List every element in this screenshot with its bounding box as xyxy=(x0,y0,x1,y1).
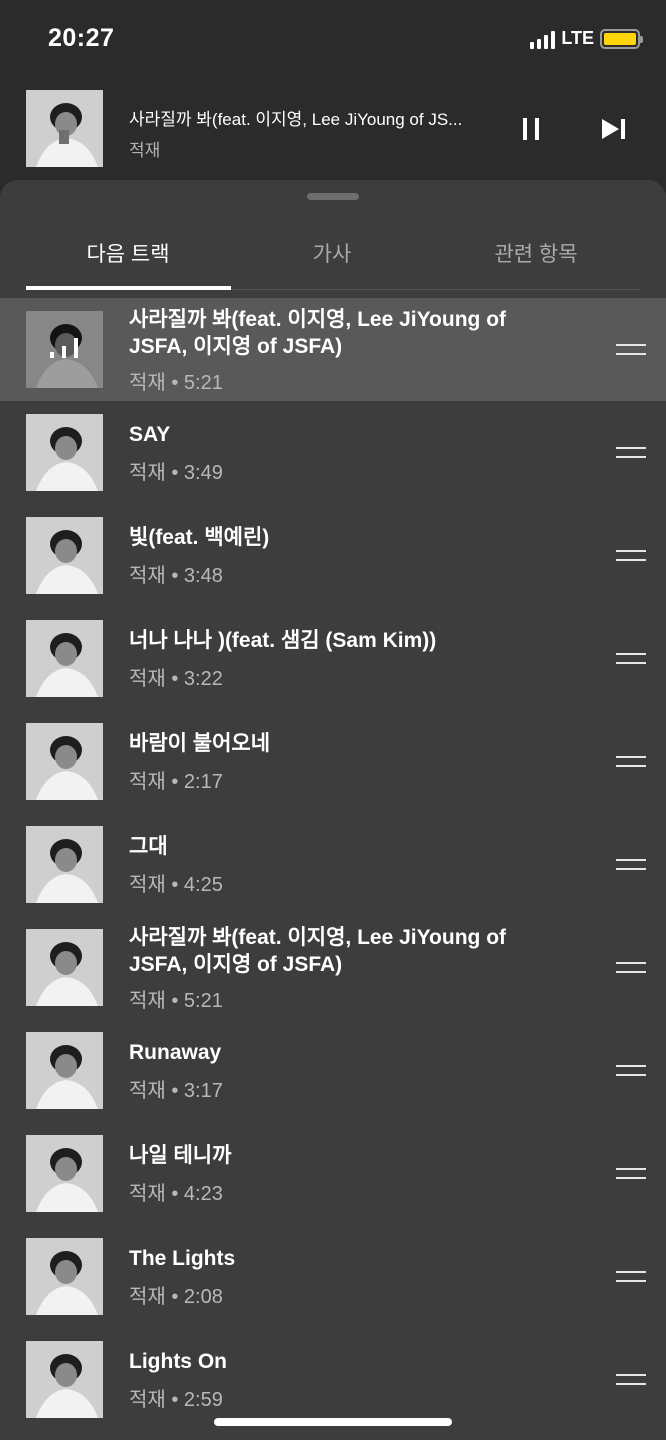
track-title: 그대 xyxy=(129,835,168,858)
album-art xyxy=(26,826,103,903)
status-indicators: LTE xyxy=(530,28,643,49)
track-meta: 적재 • 2:59 xyxy=(129,1389,223,1411)
track-meta: 적재 • 5:21 xyxy=(129,990,223,1012)
reorder-handle-icon[interactable] xyxy=(616,344,646,356)
track-title: SAY xyxy=(129,423,171,446)
now-playing-title: 사라질까 봐(feat. 이지영, Lee JiYoung of JS... xyxy=(129,110,463,129)
reorder-handle-icon[interactable] xyxy=(616,1271,646,1283)
status-time: 20:27 xyxy=(48,24,115,52)
sheet-drag-handle[interactable] xyxy=(307,193,359,200)
cellular-signal-icon xyxy=(530,29,556,49)
queue-item[interactable]: Runaway 적재 • 3:17 xyxy=(0,1019,666,1122)
reorder-handle-icon[interactable] xyxy=(616,1065,646,1077)
album-art xyxy=(26,414,103,491)
album-art xyxy=(26,517,103,594)
track-title: The Lights xyxy=(129,1247,236,1270)
track-meta: 적재 • 5:21 xyxy=(129,372,223,394)
queue-item[interactable]: 나일 테니까 적재 • 4:23 xyxy=(0,1122,666,1225)
now-playing-equalizer-icon xyxy=(50,336,80,358)
track-meta: 적재 • 4:25 xyxy=(129,874,223,896)
pause-button[interactable] xyxy=(516,114,546,144)
album-art xyxy=(26,1238,103,1315)
track-title: 사라질까 봐(feat. 이지영, Lee JiYoung of JSFA, 이… xyxy=(129,308,507,358)
queue-item[interactable]: 바람이 불어오네 적재 • 2:17 xyxy=(0,710,666,813)
track-title: Runaway xyxy=(129,1041,222,1064)
tab-up-next[interactable]: 다음 트랙 xyxy=(26,238,230,268)
track-title: 바람이 불어오네 xyxy=(129,732,271,755)
sheet-tabs: 다음 트랙 가사 관련 항목 xyxy=(26,220,640,290)
reorder-handle-icon[interactable] xyxy=(616,1374,646,1386)
track-meta: 적재 • 2:17 xyxy=(129,771,223,793)
queue-item[interactable]: 빛(feat. 백예린) 적재 • 3:48 xyxy=(0,504,666,607)
queue-item[interactable]: The Lights 적재 • 2:08 xyxy=(0,1225,666,1328)
album-art xyxy=(26,929,103,1006)
reorder-handle-icon[interactable] xyxy=(616,550,646,562)
skip-next-icon[interactable] xyxy=(600,116,628,142)
queue-item[interactable]: Lights On 적재 • 2:59 xyxy=(0,1328,666,1431)
queue-item-current[interactable]: 사라질까 봐(feat. 이지영, Lee JiYoung of JSFA, 이… xyxy=(0,298,666,401)
track-title: 너나 나나 )(feat. 샘김 (Sam Kim)) xyxy=(129,629,437,652)
track-meta: 적재 • 3:49 xyxy=(129,462,223,484)
album-art xyxy=(26,1032,103,1109)
network-type: LTE xyxy=(561,28,594,48)
track-title: 빛(feat. 백예린) xyxy=(129,526,270,549)
album-art xyxy=(26,1135,103,1212)
queue-item[interactable]: 너나 나나 )(feat. 샘김 (Sam Kim)) 적재 • 3:22 xyxy=(0,607,666,710)
mini-player[interactable]: 사라질까 봐(feat. 이지영, Lee JiYoung of JS... 적… xyxy=(0,80,666,180)
tab-lyrics[interactable]: 가사 xyxy=(230,238,434,268)
home-indicator[interactable] xyxy=(214,1418,452,1426)
track-title: 나일 테니까 xyxy=(129,1144,232,1167)
reorder-handle-icon[interactable] xyxy=(616,653,646,665)
queue-list: 사라질까 봐(feat. 이지영, Lee JiYoung of JSFA, 이… xyxy=(0,298,666,1431)
queue-item[interactable]: 그대 적재 • 4:25 xyxy=(0,813,666,916)
track-meta: 적재 • 3:17 xyxy=(129,1080,223,1102)
reorder-handle-icon[interactable] xyxy=(616,962,646,974)
track-meta: 적재 • 2:08 xyxy=(129,1286,223,1308)
album-art xyxy=(26,1341,103,1418)
tab-related[interactable]: 관련 항목 xyxy=(434,238,638,268)
reorder-handle-icon[interactable] xyxy=(616,756,646,768)
queue-sheet: 다음 트랙 가사 관련 항목 사라질까 봐(feat. 이지영, Lee JiY… xyxy=(0,180,666,1440)
reorder-handle-icon[interactable] xyxy=(616,447,646,459)
track-meta: 적재 • 3:22 xyxy=(129,668,223,690)
album-art xyxy=(26,723,103,800)
track-meta: 적재 • 3:48 xyxy=(129,565,223,587)
now-playing-artist: 적재 xyxy=(129,141,161,160)
track-meta: 적재 • 4:23 xyxy=(129,1183,223,1205)
queue-item[interactable]: 사라질까 봐(feat. 이지영, Lee JiYoung of JSFA, 이… xyxy=(0,916,666,1019)
status-bar: 20:27 LTE xyxy=(0,0,666,80)
album-art xyxy=(26,90,103,167)
track-title: Lights On xyxy=(129,1350,227,1373)
battery-icon xyxy=(600,28,643,49)
active-tab-indicator xyxy=(26,286,231,290)
reorder-handle-icon[interactable] xyxy=(616,859,646,871)
reorder-handle-icon[interactable] xyxy=(616,1168,646,1180)
queue-item[interactable]: SAY 적재 • 3:49 xyxy=(0,401,666,504)
track-title: 사라질까 봐(feat. 이지영, Lee JiYoung of JSFA, 이… xyxy=(129,926,507,976)
album-art xyxy=(26,620,103,697)
